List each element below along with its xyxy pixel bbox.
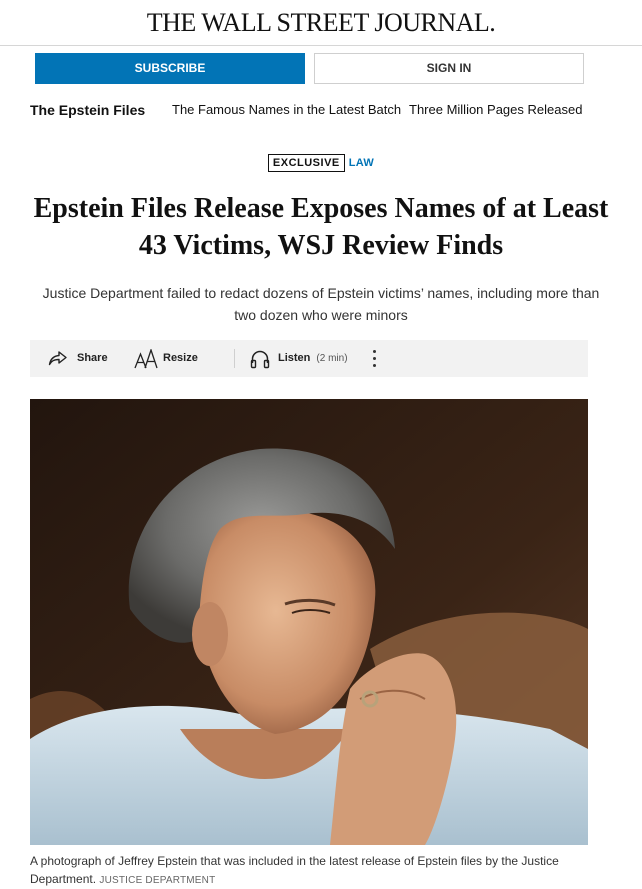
resize-label: Resize: [163, 352, 198, 364]
article-dek: Justice Department failed to redact doze…: [42, 285, 600, 323]
exclusive-badge: EXCLUSIVE: [267, 154, 345, 172]
more-options-button[interactable]: [368, 340, 382, 377]
masthead: THE WALL STREET JOURNAL.: [0, 0, 642, 46]
sign-in-button[interactable]: SIGN IN: [314, 53, 584, 84]
article-headline: Epstein Files Release Exposes Names of a…: [33, 193, 609, 261]
wsj-logo[interactable]: THE WALL STREET JOURNAL.: [147, 8, 496, 37]
section-link[interactable]: LAW: [349, 157, 374, 169]
listen-button[interactable]: Listen (2 min): [250, 340, 360, 377]
article-photo: [30, 399, 588, 845]
portrait-image: [30, 399, 588, 845]
resize-icon: [134, 349, 158, 369]
article-toolbar: Share Resize Listen (2 min): [30, 340, 588, 377]
listen-duration: (2 min): [316, 353, 348, 364]
article-kicker: EXCLUSIVE LAW: [0, 154, 642, 172]
resize-button[interactable]: Resize: [134, 340, 204, 377]
toolbar-divider: [234, 349, 235, 368]
share-button[interactable]: Share: [48, 340, 108, 377]
photo-credit: JUSTICE DEPARTMENT: [99, 875, 216, 886]
headphones-icon: [250, 350, 270, 369]
listen-text: Listen: [278, 352, 311, 364]
subscribe-button[interactable]: SUBSCRIBE: [35, 53, 305, 84]
subnav-link-three-million-pages[interactable]: Three Million Pages Released: [409, 100, 582, 120]
share-label: Share: [77, 352, 108, 364]
subnav-link-famous-names[interactable]: The Famous Names in the Latest Batch: [172, 100, 401, 120]
subnav-home-link[interactable]: The Epstein Files: [30, 100, 145, 120]
share-icon: [48, 351, 67, 366]
photo-caption: A photograph of Jeffrey Epstein that was…: [30, 852, 590, 889]
topic-subnav: The Epstein Files The Famous Names in th…: [30, 100, 590, 122]
listen-label: Listen (2 min): [278, 340, 348, 377]
